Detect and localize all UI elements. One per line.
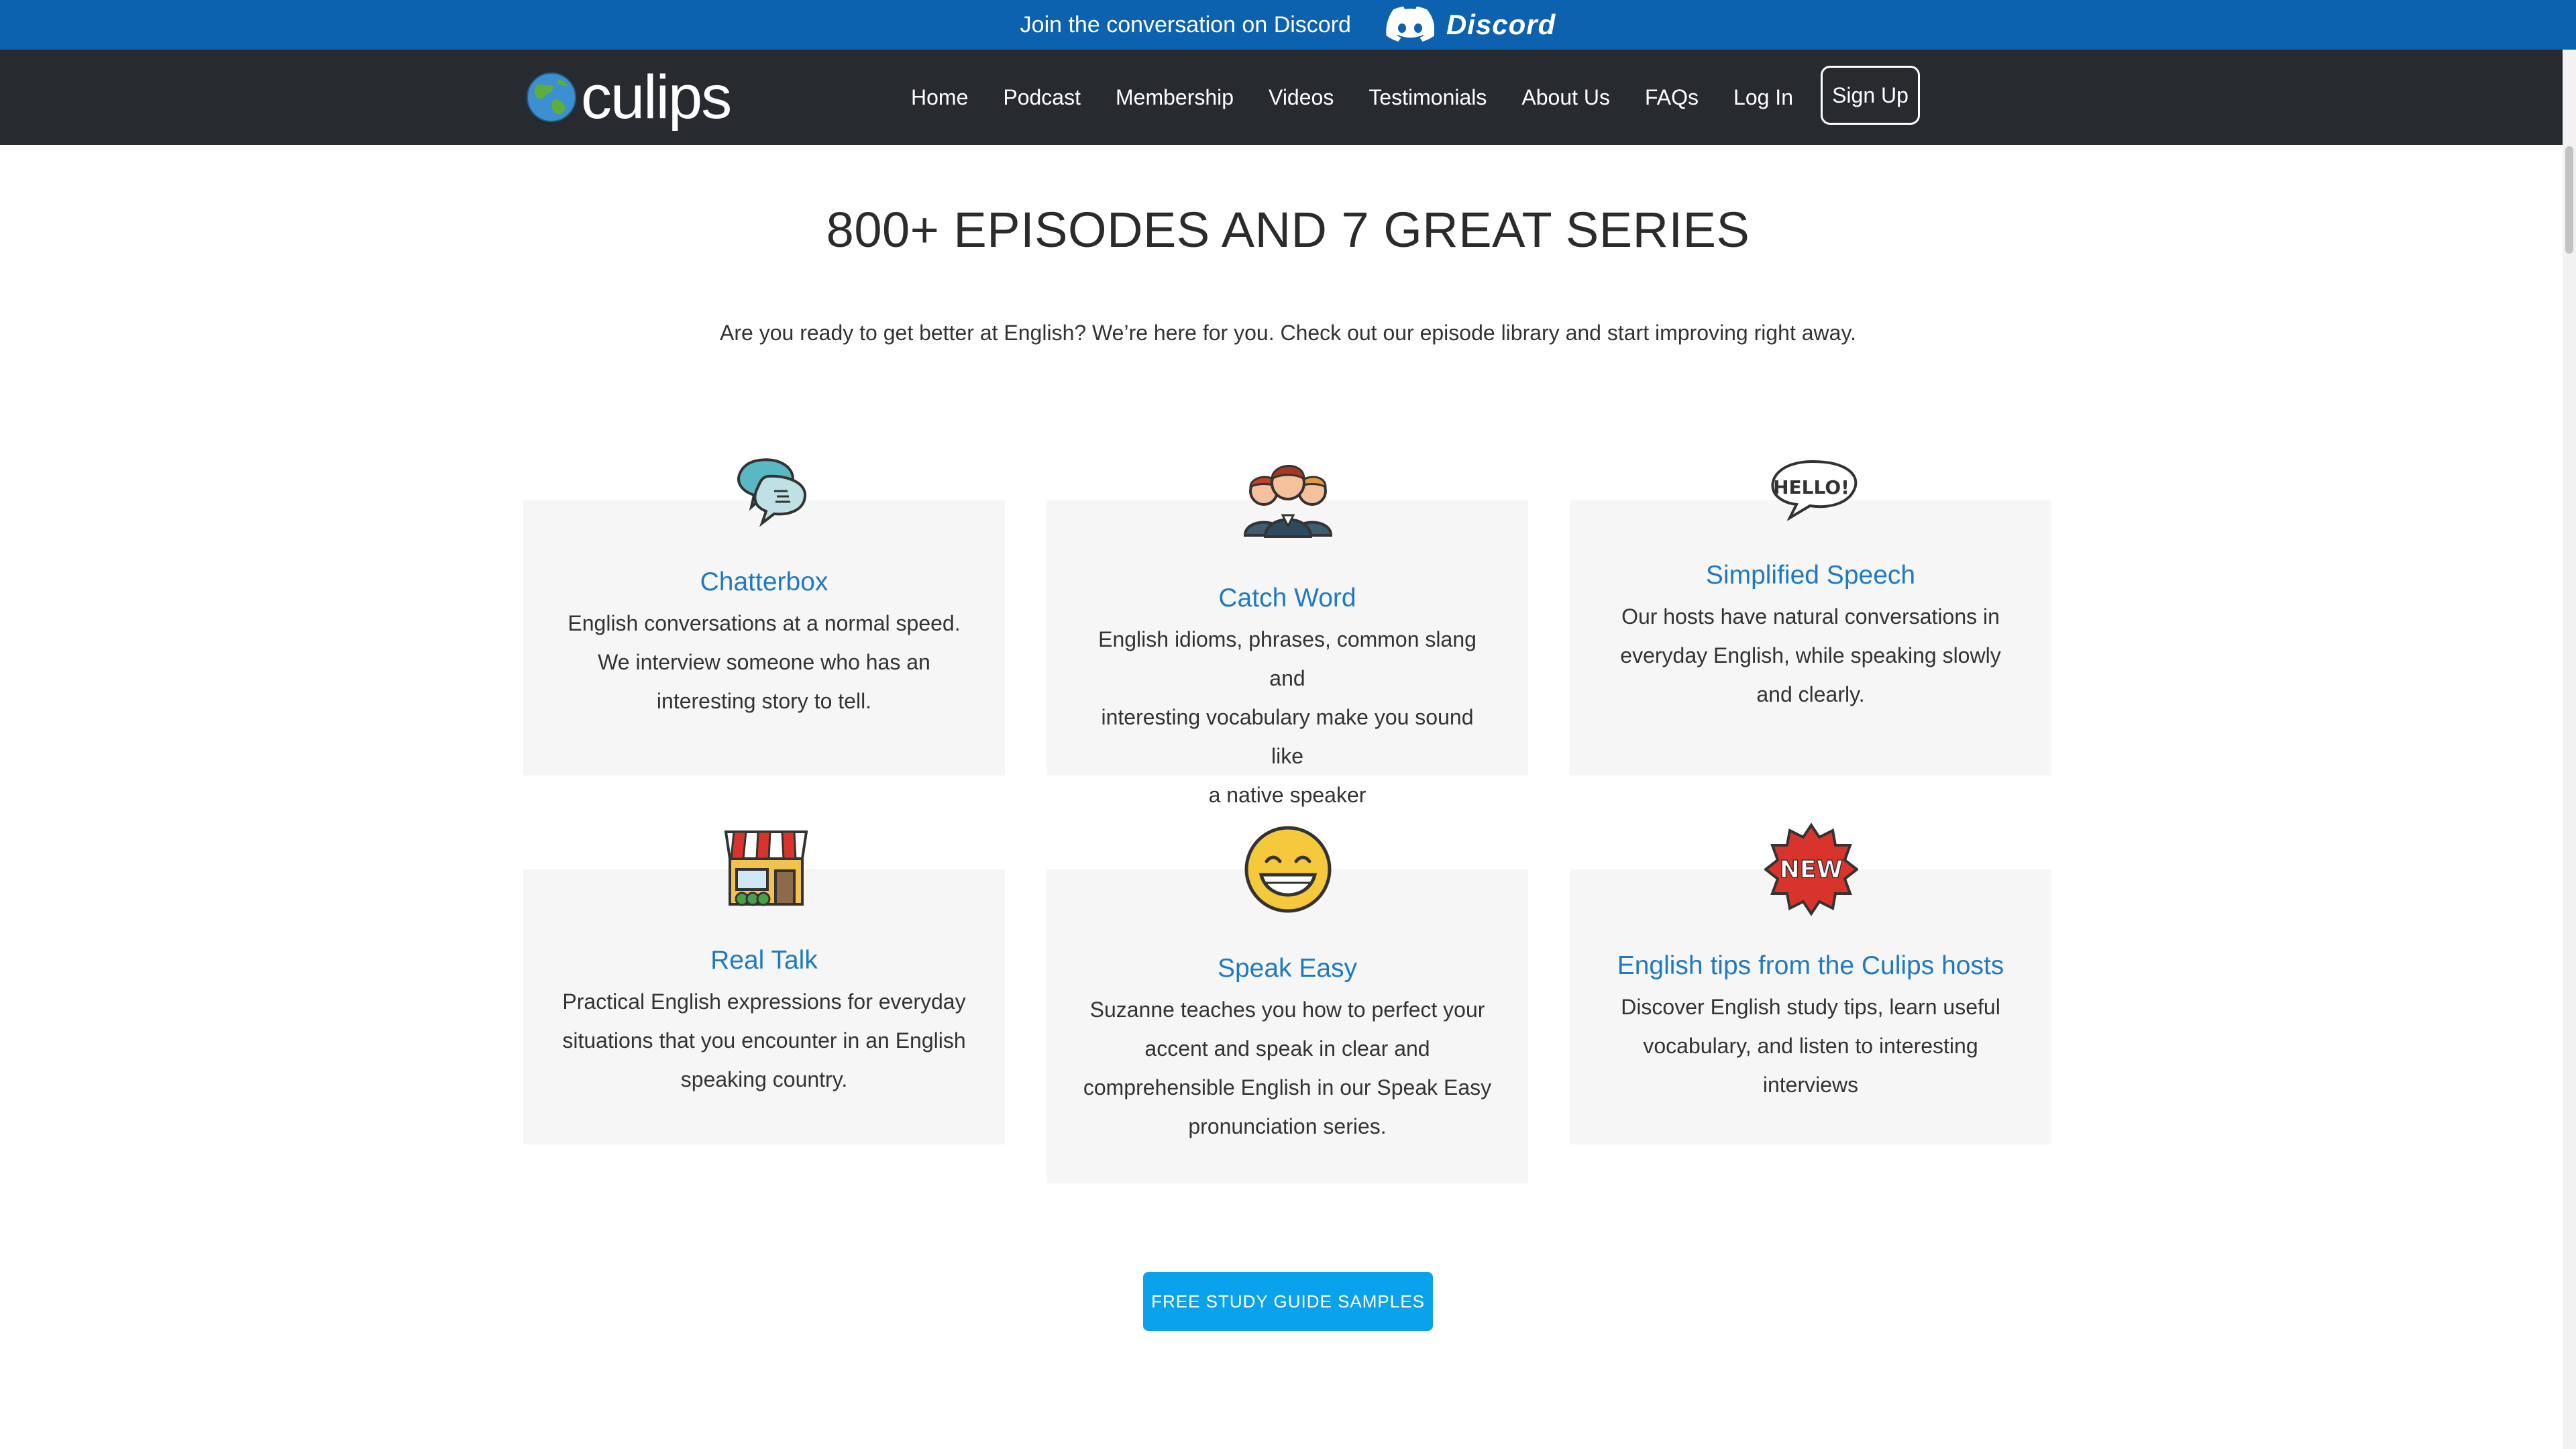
- series-desc-line: comprehensible English in our Speak Easy: [1083, 1075, 1492, 1099]
- series-desc-line: speaking country.: [680, 1067, 848, 1091]
- nav-item-videos[interactable]: Videos: [1269, 85, 1334, 110]
- people-group-icon: [1243, 465, 1333, 538]
- svg-text:HELLO!: HELLO!: [1773, 476, 1849, 498]
- series-desc-line: English idioms, phrases, common slang an…: [1098, 627, 1477, 690]
- nav-menu: Home Podcast Membership Videos Testimoni…: [911, 50, 1828, 145]
- series-desc-line: situations that you encounter in an Engl…: [562, 1028, 966, 1053]
- discord-icon: [1386, 6, 1434, 42]
- page-title: 800+ EPISODES AND 7 GREAT SERIES: [826, 202, 1750, 258]
- series-title[interactable]: Real Talk: [559, 946, 969, 975]
- logo-text: culips: [581, 63, 732, 131]
- series-title[interactable]: Chatterbox: [559, 568, 969, 597]
- main-navigation: culips Home Podcast Membership Videos Te…: [0, 50, 2576, 145]
- speech-bubbles-icon: [737, 458, 807, 527]
- series-desc-line: everyday English, while speaking slowly: [1620, 643, 2001, 667]
- scrollbar-track[interactable]: [2563, 50, 2576, 1449]
- series-desc-line: Discover English study tips, learn usefu…: [1621, 995, 2000, 1019]
- series-desc-line: accent and speak in clear and: [1144, 1036, 1430, 1061]
- culips-logo[interactable]: culips: [525, 63, 732, 131]
- series-desc-line: interesting vocabulary make you sound li…: [1101, 705, 1474, 768]
- discord-banner[interactable]: Join the conversation on Discord Discord: [0, 0, 2576, 50]
- free-study-guide-button[interactable]: FREE STUDY GUIDE SAMPLES: [1143, 1272, 1433, 1331]
- discord-wordmark: Discord: [1446, 9, 1556, 40]
- series-desc-line: English conversations at a normal speed.: [568, 611, 961, 635]
- hello-bubble-icon: HELLO!: [1771, 460, 1858, 521]
- nav-item-log-in[interactable]: Log In: [1733, 85, 1793, 110]
- nav-item-about-us[interactable]: About Us: [1521, 85, 1610, 110]
- svg-text:NEW: NEW: [1780, 856, 1843, 883]
- intro-text: Are you ready to get better at English? …: [720, 321, 1856, 345]
- series-card-chatterbox[interactable]: Chatterbox English conversations at a no…: [523, 500, 1005, 775]
- nav-item-home[interactable]: Home: [911, 85, 968, 110]
- series-desc-line: a native speaker: [1208, 783, 1366, 807]
- nav-item-testimonials[interactable]: Testimonials: [1368, 85, 1487, 110]
- nav-item-membership[interactable]: Membership: [1116, 85, 1234, 110]
- new-badge-icon: NEW: [1764, 822, 1858, 916]
- series-desc-line: interesting story to tell.: [656, 689, 872, 713]
- series-card-speak-easy[interactable]: Speak Easy Suzanne teaches you how to pe…: [1046, 869, 1528, 1183]
- series-desc-line: Practical English expressions for everyd…: [562, 989, 966, 1014]
- series-card-catch-word[interactable]: Catch Word English idioms, phrases, comm…: [1046, 500, 1528, 807]
- nav-item-faqs[interactable]: FAQs: [1645, 85, 1699, 110]
- storefront-icon: [724, 830, 808, 906]
- nav-item-podcast[interactable]: Podcast: [1003, 85, 1081, 110]
- series-desc-line: interviews: [1762, 1073, 1859, 1097]
- discord-logo[interactable]: Discord: [1386, 6, 1556, 44]
- globe-icon: [527, 72, 576, 122]
- smiling-face-icon: [1244, 826, 1332, 913]
- series-desc-line: Suzanne teaches you how to perfect your: [1089, 998, 1485, 1022]
- discord-banner-message[interactable]: Join the conversation on Discord: [1020, 12, 1351, 38]
- series-desc-line: pronunciation series.: [1188, 1114, 1387, 1138]
- series-desc-line: We interview someone who has an: [598, 650, 930, 674]
- series-title[interactable]: Catch Word: [1083, 584, 1492, 613]
- series-card-simplified-speech[interactable]: Simplified Speech Our hosts have natural…: [1570, 500, 2051, 775]
- series-desc-line: and clearly.: [1756, 682, 1865, 706]
- series-card-real-talk[interactable]: Real Talk Practical English expressions …: [523, 869, 1005, 1144]
- sign-up-button[interactable]: Sign Up: [1821, 66, 1920, 125]
- series-desc-line: Our hosts have natural conversations in: [1621, 604, 2000, 629]
- series-title[interactable]: English tips from the Culips hosts: [1606, 951, 2015, 981]
- series-title[interactable]: Speak Easy: [1083, 954, 1492, 983]
- series-desc-line: vocabulary, and listen to interesting: [1643, 1034, 1978, 1058]
- series-title[interactable]: Simplified Speech: [1606, 561, 2015, 590]
